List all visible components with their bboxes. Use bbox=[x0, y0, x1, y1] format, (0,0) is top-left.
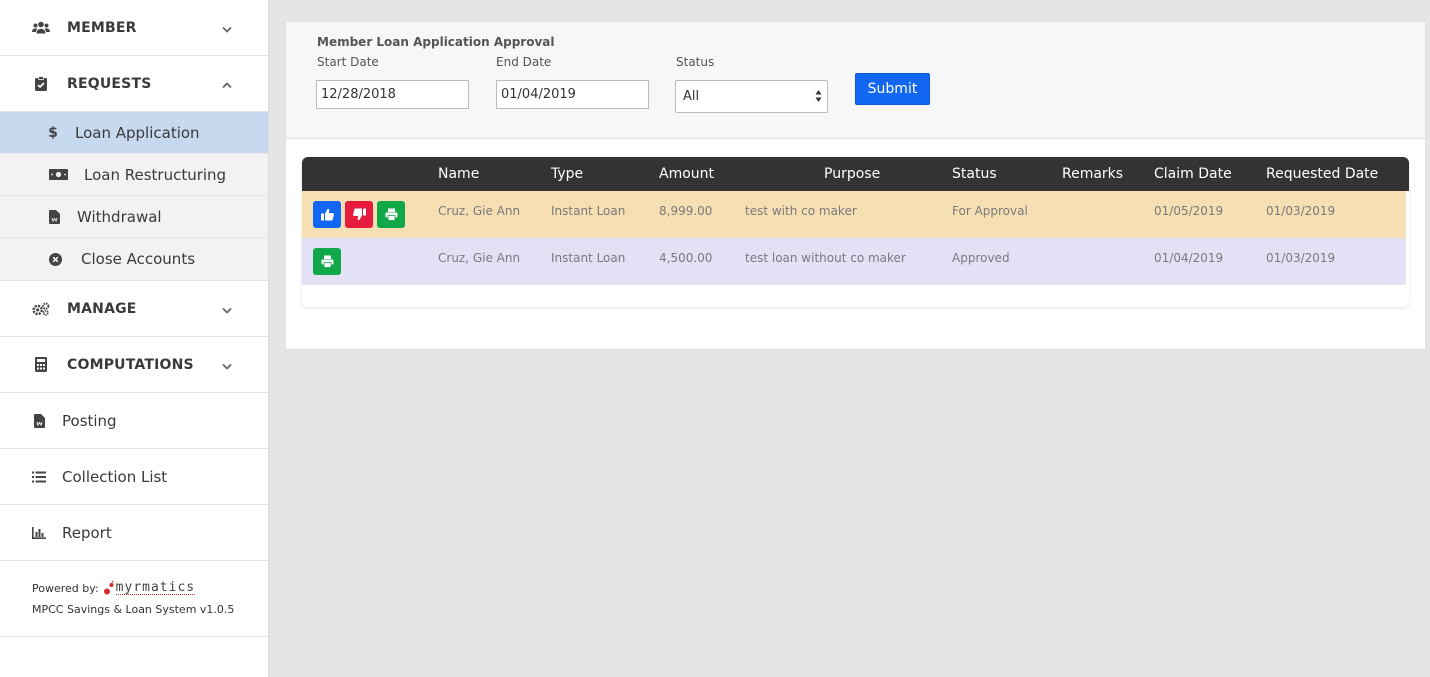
table-header: Name Type Amount Purpose Status Remarks … bbox=[302, 157, 1409, 191]
end-date-input[interactable] bbox=[496, 80, 649, 109]
status-select[interactable]: All bbox=[675, 80, 828, 113]
col-remarks: Remarks bbox=[1062, 166, 1124, 182]
myrmatics-logo: myrmatics bbox=[103, 580, 196, 595]
file-invoice-icon bbox=[48, 209, 60, 224]
list-icon bbox=[32, 471, 46, 483]
money-bill-icon bbox=[48, 169, 68, 180]
sidebar-item-close-accounts[interactable]: Close Accounts bbox=[0, 238, 268, 280]
logo-text: myrmatics bbox=[115, 580, 196, 595]
sidebar-item-loan-restructuring[interactable]: Loan Restructuring bbox=[0, 154, 268, 196]
nav-requests-label: REQUESTS bbox=[67, 75, 152, 92]
file-invoice-icon bbox=[32, 413, 46, 428]
nav-manage-label: MANAGE bbox=[67, 300, 137, 317]
cogs-icon bbox=[32, 302, 50, 316]
select-arrows-icon bbox=[815, 89, 822, 103]
chevron-down-icon bbox=[222, 299, 232, 318]
print-button[interactable] bbox=[377, 201, 405, 228]
times-circle-icon bbox=[48, 252, 62, 266]
thumbs-up-icon bbox=[320, 208, 334, 221]
sidebar-item-label: Withdrawal bbox=[77, 207, 162, 226]
table-row: Cruz, Gie Ann Instant Loan 4,500.00 test… bbox=[302, 238, 1406, 285]
loan-applications-table: Name Type Amount Purpose Status Remarks … bbox=[302, 157, 1409, 307]
start-date-label: Start Date bbox=[317, 55, 379, 69]
cell-name: Cruz, Gie Ann bbox=[438, 204, 521, 218]
page-title: Member Loan Application Approval bbox=[317, 35, 555, 49]
cell-claim-date: 01/04/2019 bbox=[1154, 251, 1224, 265]
col-purpose: Purpose bbox=[824, 166, 881, 182]
cell-requested-date: 01/03/2019 bbox=[1266, 251, 1336, 265]
print-button[interactable] bbox=[313, 248, 341, 275]
start-date-input[interactable] bbox=[316, 80, 469, 109]
col-requested-date: Requested Date bbox=[1266, 166, 1379, 182]
print-icon bbox=[321, 255, 333, 268]
submit-button[interactable]: Submit bbox=[855, 73, 930, 105]
nav-posting[interactable]: Posting bbox=[0, 393, 268, 449]
cell-type: Instant Loan bbox=[551, 251, 626, 265]
status-label: Status bbox=[676, 55, 715, 69]
cell-type: Instant Loan bbox=[551, 204, 626, 218]
chevron-down-icon bbox=[222, 355, 232, 374]
powered-by: Powered by: myrmatics bbox=[32, 581, 268, 595]
print-icon bbox=[385, 208, 397, 221]
bar-chart-icon bbox=[32, 526, 46, 539]
nav-member[interactable]: MEMBER bbox=[0, 0, 268, 56]
end-date-label: End Date bbox=[496, 55, 552, 69]
nav-member-label: MEMBER bbox=[67, 19, 137, 36]
app-version: MPCC Savings & Loan System v1.0.5 bbox=[32, 603, 235, 616]
users-icon bbox=[32, 21, 50, 34]
powered-by-label: Powered by: bbox=[32, 581, 99, 595]
sidebar-item-loan-application[interactable]: $ Loan Application bbox=[0, 112, 268, 154]
cell-name: Cruz, Gie Ann bbox=[438, 251, 521, 265]
nav-posting-label: Posting bbox=[62, 411, 117, 430]
cell-amount: 4,500.00 bbox=[659, 251, 713, 265]
cell-purpose: test with co maker bbox=[745, 204, 857, 218]
sidebar-item-label: Loan Application bbox=[75, 123, 200, 142]
main-panel: Member Loan Application Approval Start D… bbox=[285, 21, 1426, 350]
nav-computations[interactable]: COMPUTATIONS bbox=[0, 337, 268, 393]
cell-status: For Approval bbox=[952, 204, 1028, 218]
sidebar-item-withdrawal[interactable]: Withdrawal bbox=[0, 196, 268, 238]
cell-purpose: test loan without co maker bbox=[745, 251, 906, 265]
sidebar-item-label: Loan Restructuring bbox=[84, 165, 227, 184]
nav-collection-list-label: Collection List bbox=[62, 467, 168, 486]
nav-requests[interactable]: REQUESTS bbox=[0, 56, 268, 112]
clipboard-check-icon bbox=[32, 76, 50, 91]
filter-form: Member Loan Application Approval Start D… bbox=[286, 22, 1425, 139]
calculator-icon bbox=[32, 357, 50, 372]
cell-amount: 8,999.00 bbox=[659, 204, 713, 218]
col-type: Type bbox=[551, 166, 584, 182]
cell-status: Approved bbox=[952, 251, 1010, 265]
table-row: Cruz, Gie Ann Instant Loan 8,999.00 test… bbox=[302, 191, 1406, 238]
cell-claim-date: 01/05/2019 bbox=[1154, 204, 1224, 218]
approve-button[interactable] bbox=[313, 201, 341, 228]
chevron-up-icon bbox=[222, 74, 232, 93]
thumbs-down-icon bbox=[352, 208, 366, 221]
col-claim-date: Claim Date bbox=[1154, 166, 1232, 182]
nav-report-label: Report bbox=[62, 523, 112, 542]
nav-computations-label: COMPUTATIONS bbox=[67, 356, 194, 373]
cell-requested-date: 01/03/2019 bbox=[1266, 204, 1336, 218]
col-status: Status bbox=[952, 166, 997, 182]
status-select-value: All bbox=[683, 89, 700, 104]
nav-collection-list[interactable]: Collection List bbox=[0, 449, 268, 505]
sidebar-item-label: Close Accounts bbox=[81, 250, 196, 268]
dollar-icon: $ bbox=[48, 124, 58, 141]
col-name: Name bbox=[438, 166, 480, 182]
col-amount: Amount bbox=[659, 166, 715, 182]
sidebar-footer: Powered by: myrmatics MPCC Savings & Loa… bbox=[0, 561, 268, 637]
reject-button[interactable] bbox=[345, 201, 373, 228]
chevron-down-icon bbox=[222, 18, 232, 37]
requests-submenu: $ Loan Application Loan Restructuring Wi… bbox=[0, 112, 268, 281]
nav-manage[interactable]: MANAGE bbox=[0, 281, 268, 337]
nav-report[interactable]: Report bbox=[0, 505, 268, 561]
sidebar: MEMBER REQUESTS $ Loan Application Loan … bbox=[0, 0, 269, 677]
